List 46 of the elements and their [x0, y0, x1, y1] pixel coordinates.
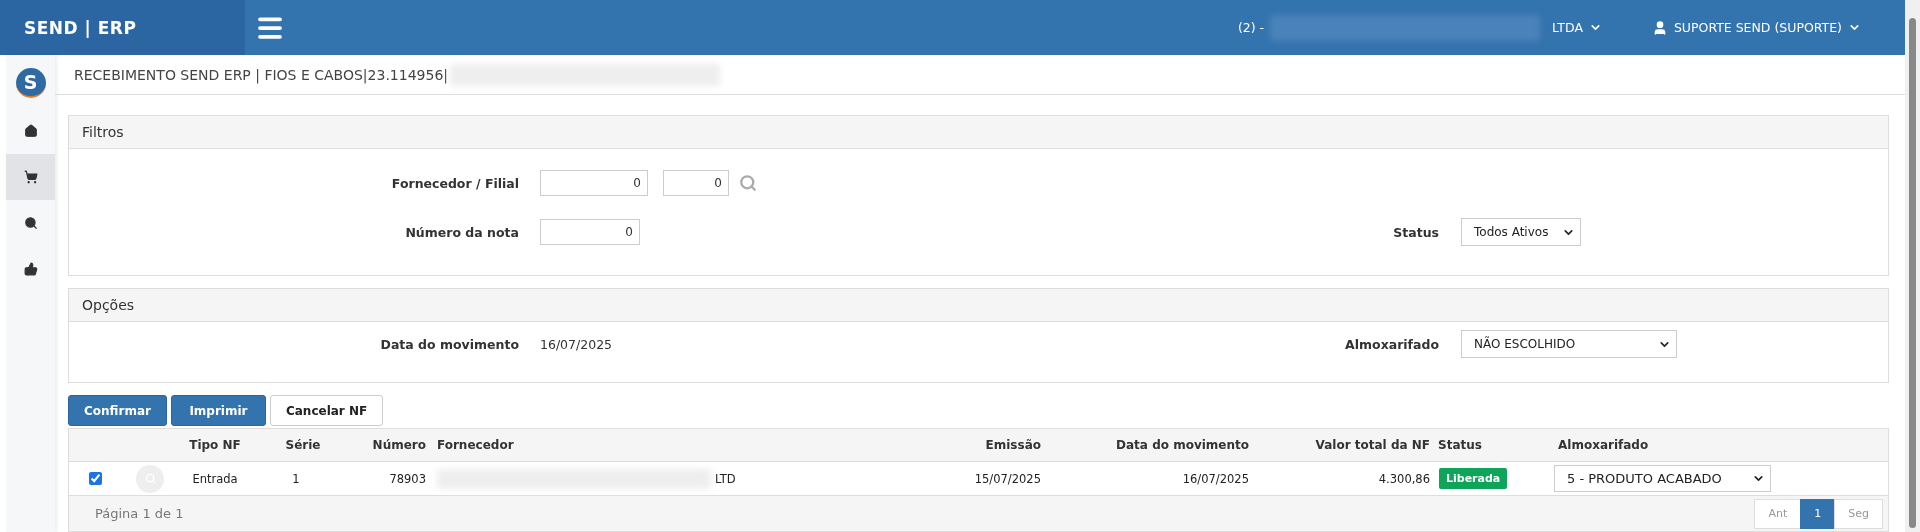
page-info: Página 1 de 1 [95, 506, 184, 521]
cart-icon[interactable] [6, 154, 55, 200]
home-icon[interactable] [6, 108, 55, 154]
cancel-button[interactable]: Cancelar NF [269, 395, 384, 426]
warehouse-select[interactable]: NÃO ESCOLHIDO [1461, 330, 1677, 358]
column-header: Número [371, 438, 427, 452]
column-header: Data do movimento [1115, 438, 1250, 452]
search-icon[interactable] [6, 200, 55, 246]
field-label: Almoxarifado [1344, 336, 1439, 352]
confirm-button[interactable]: Confirmar [68, 395, 167, 426]
scrollbar[interactable] [1905, 0, 1920, 532]
app-logo: S [15, 68, 46, 98]
column-header: Emissão [984, 438, 1042, 452]
brand-logo[interactable]: SEND | ERP [0, 0, 245, 55]
table-cell-text: 4.300,86 [1377, 471, 1431, 486]
supplier-field[interactable]: 0 [540, 170, 648, 196]
company-selector[interactable]: (2) - LTDA [1237, 14, 1583, 41]
status-badge: Liberada [1439, 468, 1508, 489]
table-cell: LTD [715, 471, 736, 486]
user-menu[interactable]: SUPORTE SEND (SUPORTE) [1673, 20, 1842, 35]
column-header: Fornecedor [436, 438, 515, 452]
field-label: Fornecedor / Filial [391, 175, 519, 191]
branch-field[interactable]: 0 [663, 170, 729, 196]
table-cell-text: 78903 [388, 471, 427, 486]
status-select[interactable]: Todos Ativos [1461, 218, 1581, 246]
table-cell-text: 16/07/2025 [1181, 471, 1250, 486]
print-button[interactable]: Imprimir [170, 395, 266, 426]
field-label: Status [1392, 224, 1439, 240]
row-checkbox[interactable] [89, 472, 102, 485]
column-header: Status [1437, 438, 1483, 452]
field-label: Data do movimento [380, 336, 519, 352]
page-button[interactable]: 1 [1800, 498, 1836, 529]
table-cell-text: Entrada [191, 471, 239, 486]
movement-date: 16/07/2025 [540, 336, 613, 352]
panel-title: Filtros [69, 116, 1888, 149]
panel-title: Opções [69, 289, 1888, 322]
column-header: Valor total da NF [1314, 438, 1431, 452]
warehouse-select[interactable]: 5 - PRODUTO ACABADO [1554, 465, 1771, 492]
column-header: Série [284, 438, 322, 452]
field-label: Número da nota [405, 224, 519, 240]
table-cell-text: 15/07/2025 [973, 471, 1042, 486]
column-header: Tipo NF [188, 438, 242, 452]
column-header: Almoxarifado [1557, 438, 1650, 452]
table-cell-text: 1 [291, 471, 301, 486]
page-title: RECEBIMENTO SEND ERP | FIOS E CABOS|23.114956| [74, 66, 448, 83]
note-number-field[interactable]: 0 [540, 219, 640, 245]
